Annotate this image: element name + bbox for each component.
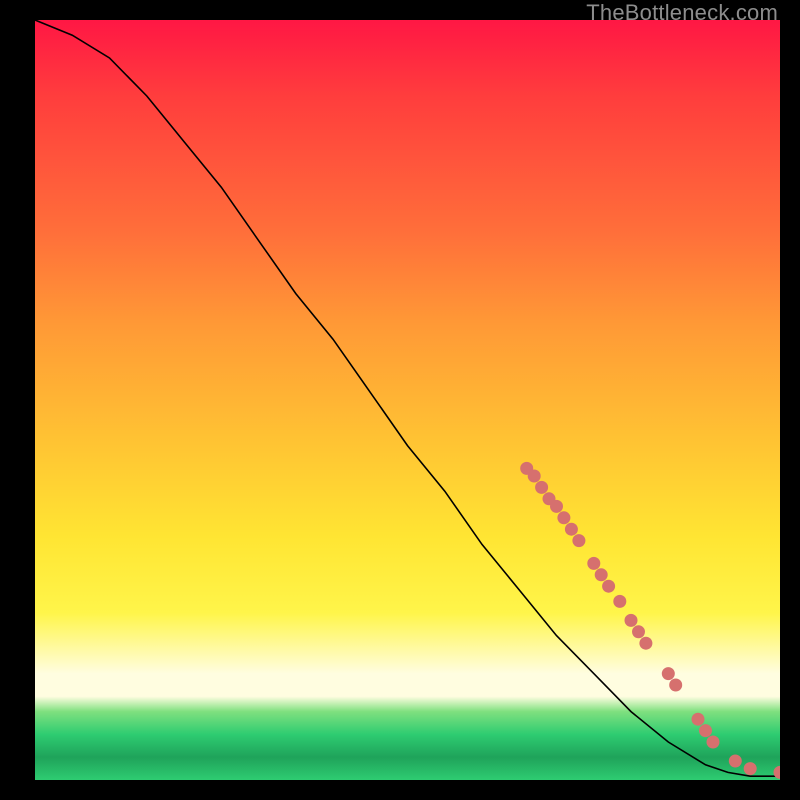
marker-point bbox=[587, 557, 600, 570]
plot-area bbox=[35, 20, 780, 780]
marker-point bbox=[520, 462, 533, 475]
marker-point bbox=[595, 568, 608, 581]
marker-point bbox=[707, 736, 720, 749]
marker-point bbox=[625, 614, 638, 627]
marker-group bbox=[520, 462, 780, 779]
marker-point bbox=[632, 625, 645, 638]
watermark-text: TheBottleneck.com bbox=[586, 0, 778, 26]
marker-point bbox=[662, 667, 675, 680]
chart-svg bbox=[35, 20, 780, 780]
marker-point bbox=[669, 679, 682, 692]
bottleneck-curve bbox=[35, 20, 780, 776]
marker-point bbox=[639, 637, 652, 650]
marker-point bbox=[613, 595, 626, 608]
marker-point bbox=[729, 755, 742, 768]
marker-point bbox=[744, 762, 757, 775]
marker-point bbox=[557, 511, 570, 524]
marker-point bbox=[535, 481, 548, 494]
marker-point bbox=[565, 523, 578, 536]
marker-point bbox=[543, 492, 556, 505]
marker-point bbox=[602, 580, 615, 593]
marker-point bbox=[699, 724, 712, 737]
chart-container: TheBottleneck.com bbox=[0, 0, 800, 800]
marker-point bbox=[572, 534, 585, 547]
marker-point bbox=[550, 500, 563, 513]
marker-point bbox=[692, 713, 705, 726]
marker-point bbox=[774, 766, 781, 779]
marker-point bbox=[528, 470, 541, 483]
